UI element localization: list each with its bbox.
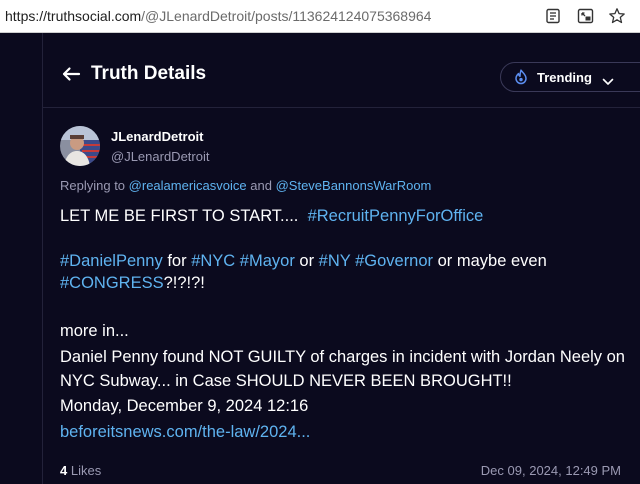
hashtag-link[interactable]: #CONGRESS [60,274,164,292]
url-host: https://truthsocial.com [5,8,142,24]
picture-in-picture-icon[interactable] [576,7,594,25]
post-text: or [294,252,319,270]
post-headline: Daniel Penny found NOT GUILTY of charges… [60,348,625,390]
replying-prefix: Replying to [60,178,126,193]
url-field[interactable]: https://truthsocial.com/@JLenardDetroit/… [0,8,544,24]
chevron-down-icon [602,73,614,85]
likes-label: Likes [70,463,102,478]
trending-filter-button[interactable]: Trending [500,62,640,92]
external-link[interactable]: beforeitsnews.com/the-law/2024... [60,423,310,441]
trending-filter-label: Trending [537,69,592,85]
reader-view-icon[interactable] [544,7,562,25]
avatar[interactable] [60,126,100,166]
post-text: LET ME BE FIRST TO START.... [60,207,299,225]
arrow-left-icon[interactable] [61,66,81,82]
post-body: LET ME BE FIRST TO START.... #RecruitPen… [60,205,635,443]
mention-link[interactable]: @realamericasvoice [129,178,247,193]
flame-icon [513,69,529,85]
hashtag-link[interactable]: #Governor [355,252,433,270]
page: Truth Details Trending JLenardDetroit @J… [0,33,640,484]
post-text: ?!?!?! [163,274,205,292]
likes-count[interactable]: 4 Likes [60,463,101,478]
hashtag-link[interactable]: #NYC [191,252,235,270]
post-text: or maybe even [433,252,547,270]
post-text: for [162,252,192,270]
hashtag-link[interactable]: #RecruitPennyForOffice [308,207,484,225]
author-handle[interactable]: @JLenardDetroit [111,149,209,164]
star-icon[interactable] [608,7,626,25]
address-bar-actions [544,7,640,25]
replying-joiner: and [250,178,272,193]
post-line-1: LET ME BE FIRST TO START.... #RecruitPen… [60,205,635,227]
replying-to-line: Replying to @realamericasvoice and @Stev… [60,178,431,193]
timeline-column: Truth Details Trending JLenardDetroit @J… [42,33,640,484]
browser-address-bar: https://truthsocial.com/@JLenardDetroit/… [0,0,640,33]
mention-link[interactable]: @SteveBannonsWarRoom [276,178,432,193]
post-line-2: #DanielPenny for #NYC #Mayor or #NY #Gov… [60,250,635,294]
page-header: Truth Details Trending [43,33,640,108]
author-display-name[interactable]: JLenardDetroit [111,129,203,144]
page-title: Truth Details [91,63,207,84]
hashtag-link[interactable]: #Mayor [240,252,295,270]
hashtag-link[interactable]: #DanielPenny [60,252,163,270]
hashtag-link[interactable]: #NY [319,252,351,270]
likes-number: 4 [60,463,68,478]
url-path: /@JLenardDetroit/posts/11362412407536896… [141,8,432,24]
post-date-line: Monday, December 9, 2024 12:16 [60,397,309,415]
more-in-text: more in... [60,322,129,340]
post-timestamp: Dec 09, 2024, 12:49 PM [480,463,621,478]
